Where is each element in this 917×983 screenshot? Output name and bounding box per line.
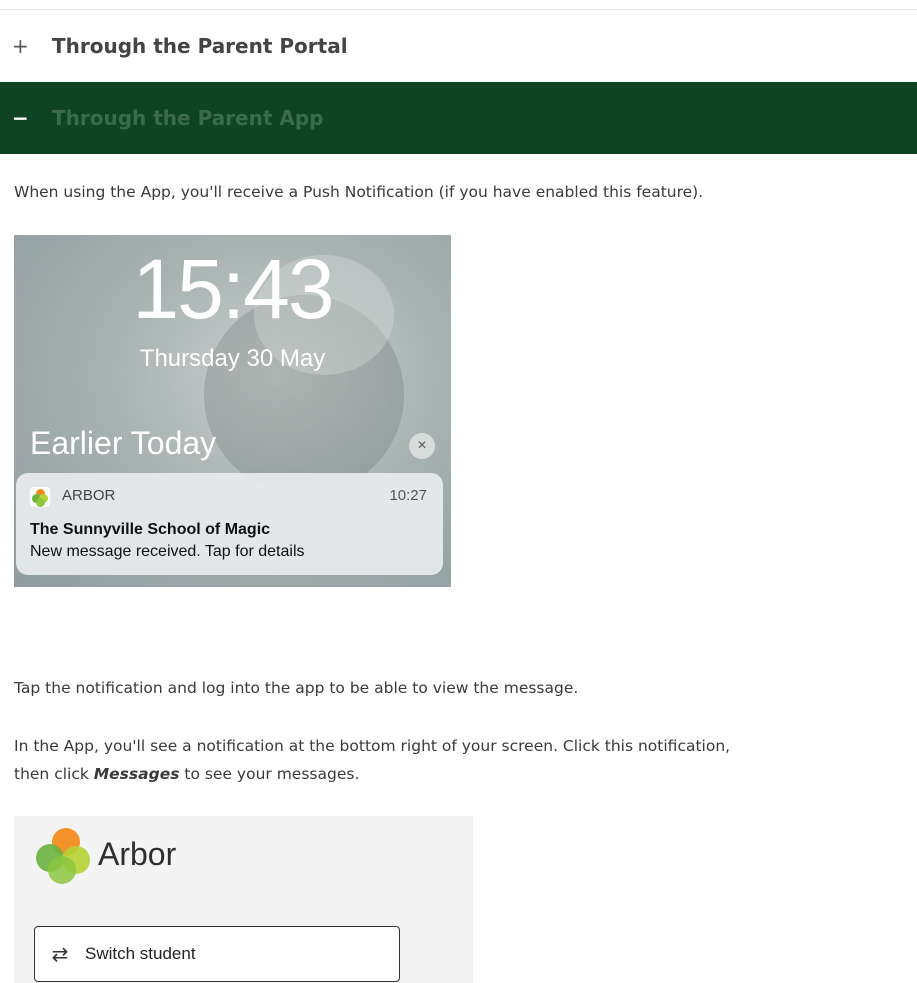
switch-student-button[interactable]: ⇄ Switch student [34, 926, 400, 982]
clear-notifications-icon: × [409, 433, 435, 459]
lockscreen-time: 15:43 [132, 242, 334, 336]
expand-plus-icon: + [12, 34, 29, 58]
accordion-title-app: Through the Parent App [52, 106, 324, 130]
arbor-app-icon [30, 487, 50, 507]
notification-app-name: ARBOR [62, 487, 116, 504]
lockscreen-date: Thursday 30 May [139, 345, 326, 372]
tap-instruction-text: Tap the notification and log into the ap… [14, 679, 579, 697]
messages-emphasis: Messages [93, 765, 180, 783]
accordion-parent-app[interactable]: − Through the Parent App [0, 82, 917, 154]
switch-arrows-icon: ⇄ [51, 943, 69, 966]
intro-text: When using the App, you'll receive a Pus… [14, 183, 704, 201]
accordion-title-portal: Through the Parent Portal [52, 34, 348, 58]
lockscreen-screenshot: 15:43 Thursday 30 May Earlier Today × AR… [14, 235, 451, 587]
switch-student-label: Switch student [85, 944, 196, 963]
app-instruction-line1: In the App, you'll see a notification at… [14, 737, 731, 755]
arbor-brand: Arbor [98, 836, 177, 872]
accordion-parent-portal[interactable]: + Through the Parent Portal [0, 10, 917, 82]
app-instruction-line2: then click Messages to see your messages… [14, 765, 360, 783]
notification-time: 10:27 [389, 487, 427, 504]
arbor-logo-icon [34, 826, 94, 886]
push-notification: ARBOR 10:27 The Sunnyville School of Mag… [16, 473, 443, 575]
collapse-minus-icon: − [12, 106, 29, 130]
arbor-app-screenshot: Arbor ⇄ Switch student [14, 816, 473, 983]
notification-title: The Sunnyville School of Magic [30, 521, 271, 538]
notification-section-title: Earlier Today [30, 425, 217, 461]
notification-body: New message received. Tap for details [30, 543, 305, 560]
